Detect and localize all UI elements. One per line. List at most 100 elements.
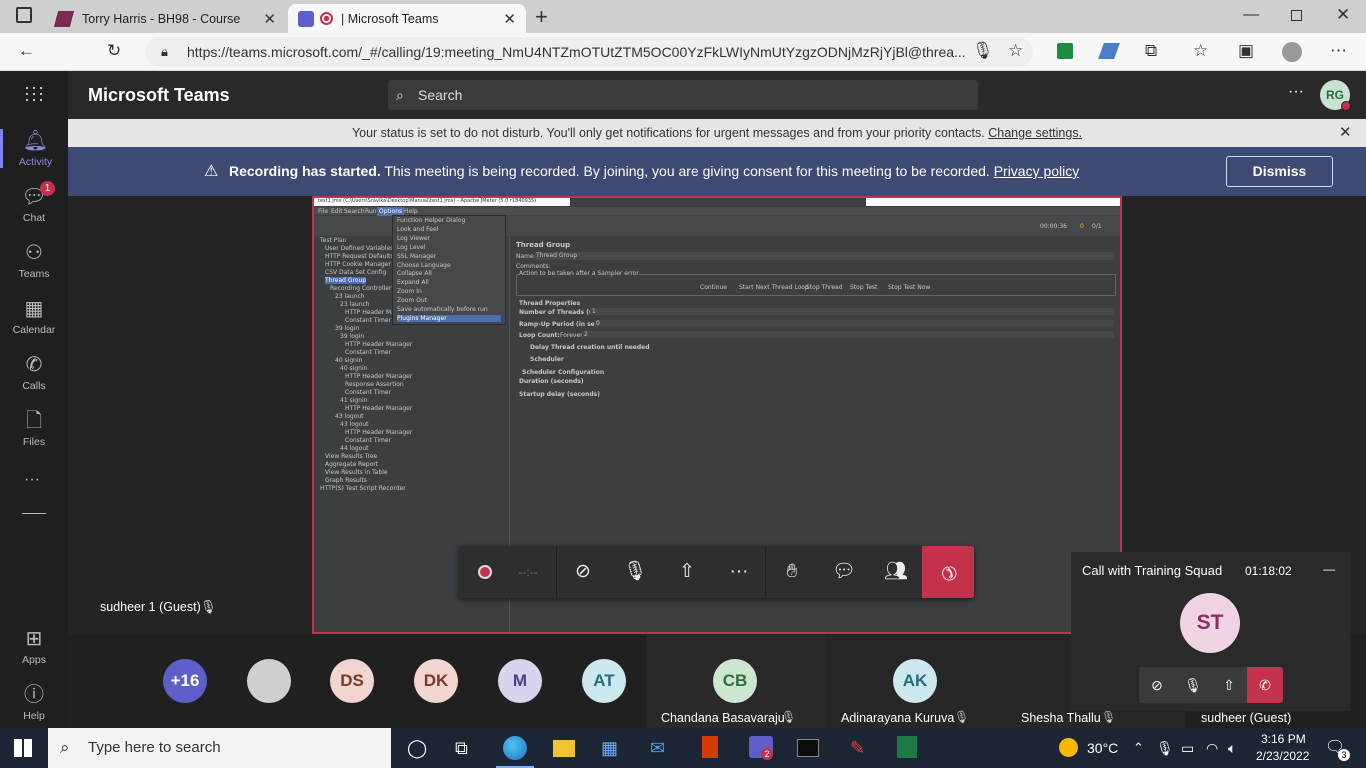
menu-edit[interactable]: Edit [331, 208, 343, 215]
options-menu-item[interactable]: Function Helper Dialog [397, 217, 465, 224]
raise-hand-button[interactable]: ✋︎ [766, 546, 818, 598]
back-icon[interactable]: ← [18, 41, 35, 61]
favorites-add-icon[interactable]: ☆ [1008, 41, 1023, 61]
options-menu-item[interactable]: Save automatically before run [397, 306, 488, 313]
participant-avatar[interactable]: DK [414, 659, 458, 703]
tree-node[interactable]: HTTP Header Manager [345, 341, 412, 348]
collections-icon[interactable]: ▣ [1238, 41, 1254, 61]
store-icon[interactable]: ▦ [601, 736, 618, 760]
browser-tab-teams[interactable]: | Microsoft Teams ✕ [288, 4, 526, 33]
tree-node[interactable]: View Results Tree [325, 453, 377, 460]
overflow-participants-button[interactable]: +16 [163, 659, 207, 703]
chevron-up-icon[interactable]: ⌃ [1133, 736, 1144, 760]
mic-icon[interactable]: 🎙︎ [1175, 667, 1211, 703]
rail-item-activity[interactable]: 🔔︎ Activity [0, 129, 68, 168]
options-menu-item[interactable]: Collapse All [397, 270, 432, 277]
office-icon[interactable] [702, 736, 718, 758]
tree-node[interactable]: 41 signin [340, 397, 367, 404]
task-view-icon[interactable]: ⧉ [455, 736, 468, 760]
tree-node[interactable]: Thread Group [325, 277, 367, 284]
mic-tray-icon[interactable]: 🎙︎ [1156, 736, 1174, 760]
tree-node[interactable]: Constant Timer [345, 317, 391, 324]
rail-item-teams[interactable]: ⚇ Teams [0, 241, 68, 280]
options-menu-item[interactable]: Look and Feel [397, 226, 438, 233]
terminal-icon[interactable] [797, 739, 819, 757]
temperature[interactable]: 30°C [1087, 740, 1118, 756]
tree-node[interactable]: Constant Timer [345, 437, 391, 444]
rail-item-help[interactable]: ⓘ Help [0, 683, 68, 722]
options-menu-item[interactable]: Expand All [397, 279, 429, 286]
options-menu-item[interactable]: Log Level [397, 244, 425, 251]
error-action-radio[interactable]: Start Next Thread Loop [739, 284, 809, 291]
mail-icon[interactable]: ✉ [650, 736, 665, 760]
participant-avatar[interactable]: CB [713, 659, 757, 703]
more-actions-button[interactable]: ··· [713, 546, 765, 598]
clock-time[interactable]: 3:16 PM [1261, 732, 1306, 746]
browser-tab-course[interactable]: Torry Harris - BH98 - Course ✕ [46, 4, 286, 33]
tree-node[interactable]: Aggregate Report [325, 461, 378, 468]
tab-actions-icon[interactable] [16, 7, 32, 23]
tree-node[interactable]: 43 logout [340, 421, 369, 428]
tree-node[interactable]: Constant Timer [345, 349, 391, 356]
windows-start-icon[interactable] [14, 739, 32, 757]
participant-avatar[interactable]: AK [893, 659, 937, 703]
options-menu-item[interactable]: Choose Language [397, 262, 451, 269]
share-button[interactable]: ⇧ [661, 546, 713, 598]
tree-node[interactable]: 44 logout [340, 445, 369, 452]
excel-icon[interactable] [897, 736, 917, 758]
more-apps-icon[interactable]: ··· [24, 471, 40, 489]
address-bar[interactable]: 🔒︎ https://teams.microsoft.com/_#/callin… [145, 37, 1033, 67]
scheduler-checkbox[interactable]: Scheduler [530, 356, 564, 363]
tree-node[interactable]: Recording Controller [330, 285, 391, 292]
battery-icon[interactable]: ▭ [1181, 736, 1194, 760]
tree-node[interactable]: HTTP Header Manager [345, 429, 412, 436]
pen-icon[interactable]: ✎ [850, 736, 865, 760]
rail-item-apps[interactable]: ⊞ Apps [0, 627, 68, 666]
delay-thread-checkbox[interactable]: Delay Thread creation until needed [530, 344, 650, 351]
restore-window-icon[interactable] [1291, 10, 1302, 21]
extension-blue-icon[interactable] [1098, 43, 1120, 59]
participant-avatar[interactable]: M [498, 659, 542, 703]
tree-node[interactable]: Response Assertion [345, 381, 404, 388]
participant-avatar[interactable]: AT [582, 659, 626, 703]
participant-avatar[interactable]: DS [330, 659, 374, 703]
tree-node[interactable]: 23 launch [340, 301, 370, 308]
error-action-radio[interactable]: Stop Test Now [888, 284, 930, 291]
favorites-icon[interactable]: ☆ [1193, 41, 1208, 61]
tree-node[interactable]: 39 login [335, 325, 359, 332]
privacy-policy-link[interactable]: Privacy policy [994, 163, 1080, 179]
rail-item-calendar[interactable]: ▦ Calendar [0, 297, 68, 336]
clock-date[interactable]: 2/23/2022 [1256, 749, 1309, 763]
minimize-icon[interactable]: — [1323, 562, 1335, 576]
extensions-icon[interactable]: ⧉ [1145, 41, 1157, 61]
profile-avatar-icon[interactable] [1282, 42, 1302, 62]
app-launcher-icon[interactable]: ··· ··· ··· [24, 78, 45, 108]
taskbar-search[interactable]: ⌕ Type here to search [48, 728, 391, 768]
forever-checkbox[interactable]: Forever [560, 332, 583, 339]
change-settings-link[interactable]: Change settings. [988, 126, 1082, 140]
microphone-icon[interactable]: 🎙︎ [972, 41, 994, 61]
tree-node[interactable]: 40 signin [340, 365, 367, 372]
menu-help[interactable]: Help [404, 208, 418, 215]
tree-node[interactable]: HTTP Header Manager [345, 373, 412, 380]
new-tab-icon[interactable]: + [535, 4, 548, 30]
error-action-radio[interactable]: Stop Thread [806, 284, 843, 291]
refresh-icon[interactable]: ↻ [107, 41, 121, 61]
tree-node[interactable]: Constant Timer [345, 389, 391, 396]
tree-node[interactable]: 39 login [340, 333, 364, 340]
rail-item-chat[interactable]: 💬︎ Chat 1 [0, 181, 68, 224]
close-banner-icon[interactable]: ✕ [1339, 119, 1352, 147]
tree-node[interactable]: HTTP(S) Test Script Recorder [320, 485, 406, 492]
edge-icon[interactable] [503, 736, 527, 760]
minimize-window-icon[interactable]: — [1243, 6, 1259, 24]
file-explorer-icon[interactable] [553, 740, 575, 757]
close-tab-icon[interactable]: ✕ [263, 10, 276, 28]
hang-up-button[interactable]: ✆ [922, 546, 974, 598]
dismiss-button[interactable]: Dismiss [1226, 156, 1333, 187]
menu-file[interactable]: File [318, 208, 328, 215]
error-action-radio[interactable]: Continue [700, 284, 727, 291]
tree-node[interactable]: Graph Results [325, 477, 367, 484]
more-options-icon[interactable]: ··· [1288, 83, 1304, 101]
menu-run[interactable]: Run [365, 208, 377, 215]
tree-node[interactable]: HTTP Request Defaults [325, 253, 394, 260]
